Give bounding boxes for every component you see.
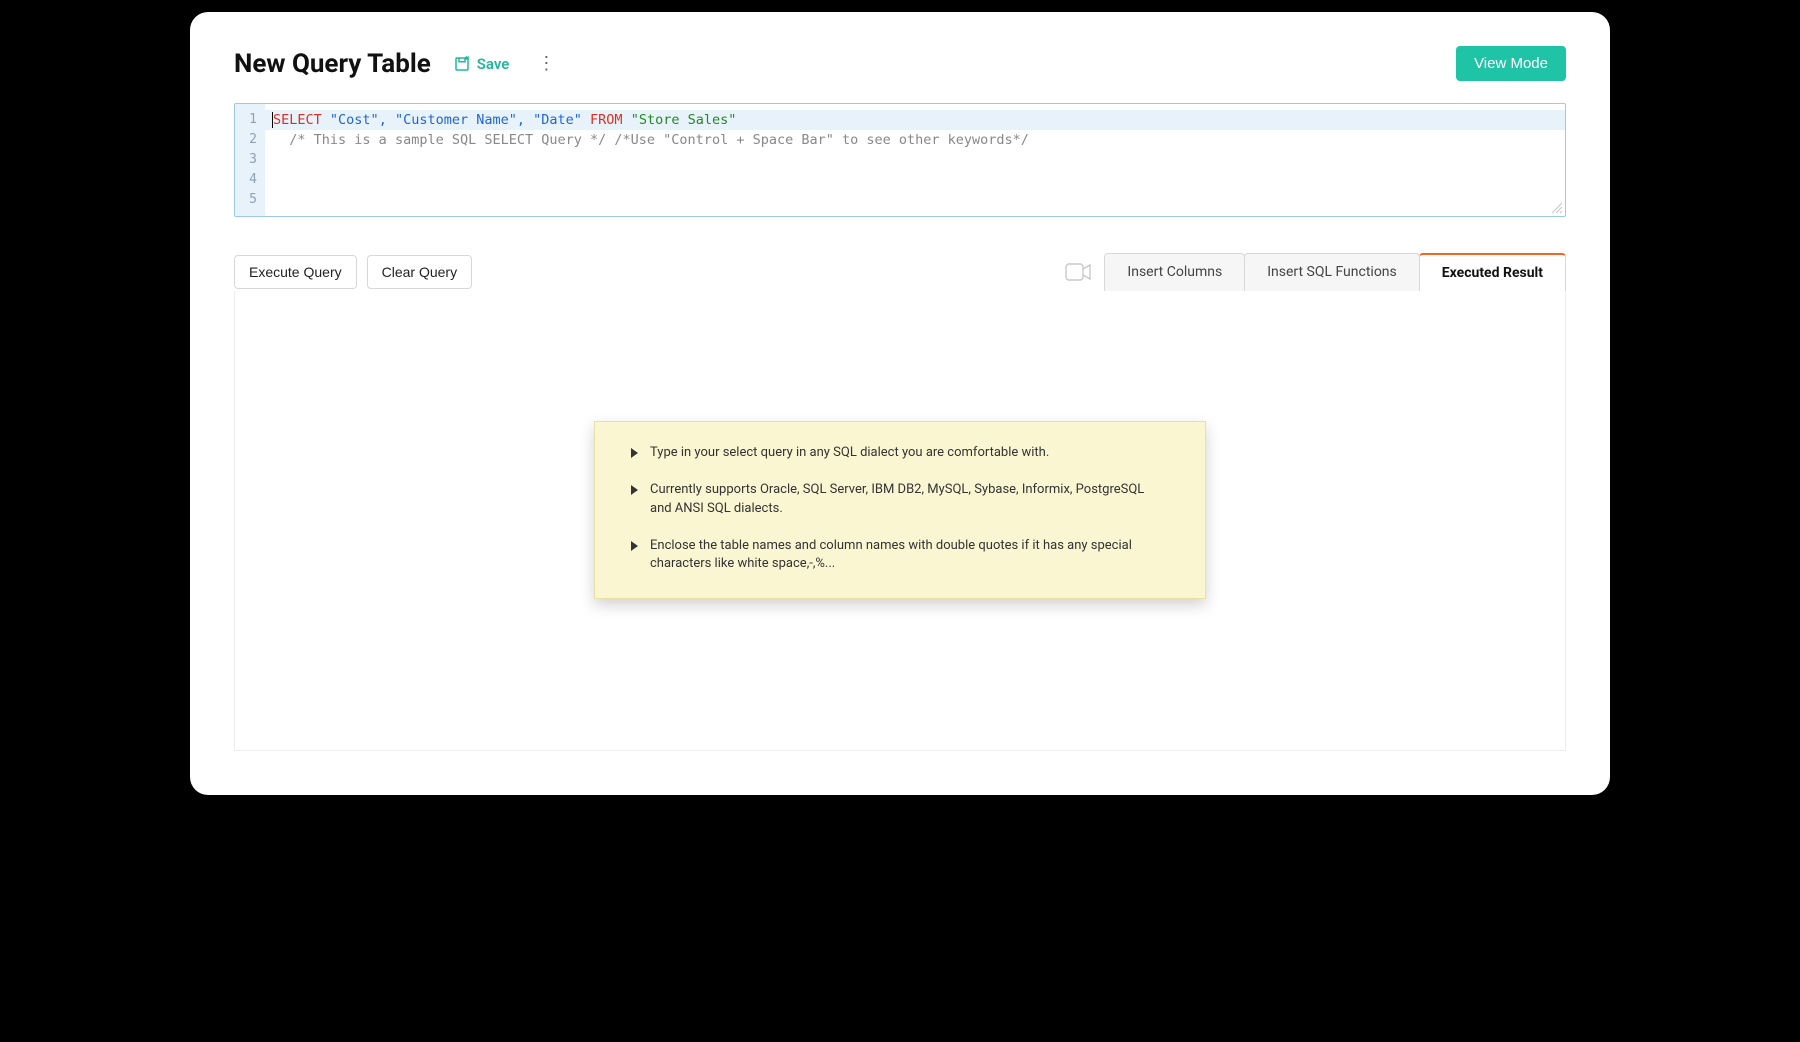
code-comment: /* This is a sample SQL SELECT Query */ [289, 132, 606, 148]
toolbar-right: Insert Columns Insert SQL Functions Exec… [1065, 253, 1566, 291]
tip-item: Currently supports Oracle, SQL Server, I… [631, 481, 1169, 519]
sql-from-kw: FROM [590, 112, 623, 128]
code-line [1037, 132, 1045, 148]
result-area: Type in your select query in any SQL dia… [234, 291, 1566, 751]
tip-text: Currently supports Oracle, SQL Server, I… [650, 481, 1169, 519]
tip-text: Enclose the table names and column names… [650, 537, 1169, 575]
header: New Query Table Save ⋮ View Mode [234, 46, 1566, 81]
code-line [273, 132, 281, 148]
tips-list: Type in your select query in any SQL dia… [631, 444, 1169, 574]
triangle-icon [631, 485, 638, 495]
video-icon[interactable] [1065, 263, 1091, 285]
tab-insert-columns[interactable]: Insert Columns [1104, 253, 1245, 291]
line-number: 2 [245, 130, 257, 150]
tip-item: Enclose the table names and column names… [631, 537, 1169, 575]
page-title: New Query Table [234, 49, 431, 79]
more-menu-icon[interactable]: ⋮ [531, 55, 561, 73]
code-line: SELECT "Cost", "Customer Name", "Date" F… [265, 110, 1565, 130]
tab-executed-result[interactable]: Executed Result [1419, 253, 1566, 291]
save-button[interactable]: Save [453, 55, 510, 73]
code-comment: /*Use "Control + Space Bar" to see other… [614, 132, 1029, 148]
result-tabs: Insert Columns Insert SQL Functions Exec… [1105, 253, 1566, 291]
line-number: 4 [245, 170, 257, 190]
sql-table: "Store Sales" [631, 112, 737, 128]
sql-editor[interactable]: 1 2 3 4 5 SELECT "Cost", "Customer Name"… [234, 103, 1566, 217]
tip-item: Type in your select query in any SQL dia… [631, 444, 1169, 463]
tab-insert-sql-functions[interactable]: Insert SQL Functions [1244, 253, 1420, 291]
execute-query-button[interactable]: Execute Query [234, 255, 357, 289]
toolbar: Execute Query Clear Query Insert Columns… [234, 253, 1566, 291]
line-number: 3 [245, 150, 257, 170]
triangle-icon [631, 448, 638, 458]
save-icon [453, 55, 471, 73]
line-number: 5 [245, 190, 257, 210]
toolbar-left: Execute Query Clear Query [234, 255, 472, 289]
view-mode-button[interactable]: View Mode [1456, 46, 1566, 81]
sql-select-kw: SELECT [273, 112, 322, 128]
clear-query-button[interactable]: Clear Query [367, 255, 472, 289]
sql-columns: "Cost", "Customer Name", "Date" [330, 112, 582, 128]
tip-text: Type in your select query in any SQL dia… [650, 444, 1049, 463]
editor-code[interactable]: SELECT "Cost", "Customer Name", "Date" F… [265, 104, 1565, 216]
header-left: New Query Table Save ⋮ [234, 49, 561, 79]
resize-grip-icon[interactable] [1551, 202, 1563, 214]
query-table-window: New Query Table Save ⋮ View Mode 1 2 3 4… [190, 12, 1610, 795]
tips-box: Type in your select query in any SQL dia… [594, 421, 1206, 599]
triangle-icon [631, 541, 638, 551]
editor-gutter: 1 2 3 4 5 [235, 104, 265, 216]
line-number: 1 [245, 110, 257, 130]
save-label: Save [477, 55, 510, 73]
